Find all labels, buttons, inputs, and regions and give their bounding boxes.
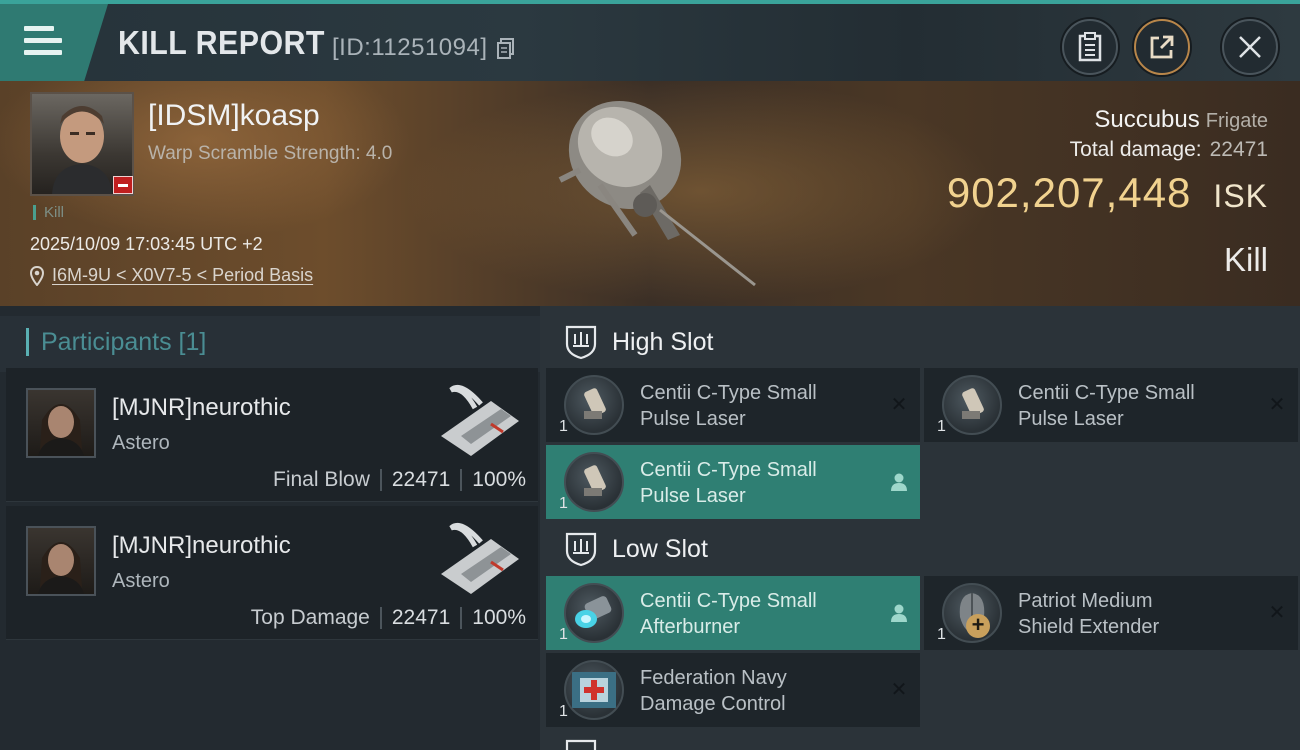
add-icon: + (966, 614, 990, 638)
module-name: Patriot Medium Shield Extender (1018, 590, 1160, 638)
module-quantity: 1 (559, 495, 568, 512)
module-item[interactable]: 1 Centii C-Type Small Pulse Laser ✕ (546, 368, 920, 442)
destroyed-icon: ✕ (1268, 394, 1286, 416)
participant-row[interactable]: [MJNR]neurothic Astero Top Damage 22471 … (6, 506, 538, 640)
participant-stats: Top Damage 22471 100% (251, 606, 526, 630)
module-item[interactable]: 1 Centii C-Type Small Pulse Laser ✕ (924, 368, 1298, 442)
module-quantity: 1 (559, 703, 568, 720)
participant-name: [MJNR]neurothic (112, 394, 291, 421)
ship-class: Frigate (1205, 110, 1268, 132)
share-button[interactable] (1134, 19, 1190, 75)
participants-header: Participants [1] (0, 316, 540, 372)
isk-unit: ISK (1213, 178, 1268, 214)
victim-panel: [IDSM]koasp Warp Scramble Strength: 4.0 … (0, 81, 1300, 306)
victim-name[interactable]: [IDSM]koasp (148, 99, 320, 133)
close-icon (1239, 36, 1261, 58)
fitting-panel: High Slot 1 Centii C-Type Small Pulse Las… (540, 306, 1300, 750)
menu-button[interactable] (0, 4, 108, 81)
isk-amount: 902,207,448 (946, 169, 1192, 216)
participant-damage: 22471 (391, 606, 451, 629)
module-quantity: 1 (937, 418, 946, 435)
participant-damage: 22471 (391, 468, 451, 491)
total-damage: Total damage: 22471 (1070, 138, 1268, 162)
participant-role: Final Blow (273, 468, 370, 491)
participant-ship-image (441, 523, 519, 594)
destroyed-icon: ✕ (890, 394, 908, 416)
total-damage-label: Total damage: (1069, 138, 1202, 161)
pulse-laser-icon (564, 452, 624, 512)
total-damage-value: 22471 (1209, 138, 1268, 161)
participant-name: [MJNR]neurothic (112, 532, 291, 559)
mid-slot-header (546, 724, 1300, 750)
high-slot-header: High Slot (546, 310, 1300, 372)
clipboard-icon (1078, 32, 1102, 62)
module-name: Centii C-Type Small Pulse Laser (640, 459, 817, 507)
clipboard-button[interactable] (1062, 19, 1118, 75)
pulse-laser-icon (564, 375, 624, 435)
low-slot-header: Low Slot (546, 517, 1300, 579)
participant-percent: 100% (472, 606, 526, 629)
participant-ship: Astero (112, 570, 170, 592)
high-slot-title: High Slot (612, 328, 714, 356)
top-bar: KILL REPORT [ID:11251094] (0, 0, 1300, 81)
copy-icon[interactable] (497, 38, 515, 60)
ship-name[interactable]: Succubus (1094, 106, 1199, 133)
participant-percent: 100% (472, 468, 526, 491)
kill-tag: Kill (33, 205, 64, 220)
module-item[interactable]: 1 Federation Navy Damage Control ✕ (546, 653, 920, 727)
location-text: I6M-9U < X0V7-5 < Period Basis (52, 265, 314, 285)
module-name: Centii C-Type Small Pulse Laser (640, 382, 817, 430)
close-button[interactable] (1222, 19, 1278, 75)
location-link[interactable]: I6M-9U < X0V7-5 < Period Basis (30, 265, 313, 286)
destroyed-icon: ✕ (1268, 602, 1286, 624)
low-slot-icon (565, 532, 597, 567)
module-quantity: 1 (559, 626, 568, 643)
mid-slot-icon (565, 739, 597, 750)
page-title: KILL REPORT (118, 24, 325, 61)
module-name: Centii C-Type Small Afterburner (640, 590, 817, 638)
module-name: Federation Navy Damage Control (640, 667, 787, 715)
module-item[interactable]: 1 Centii C-Type Small Pulse Laser (546, 445, 920, 519)
dropped-person-icon (891, 604, 907, 622)
dropped-person-icon (891, 473, 907, 491)
destroyed-icon: ✕ (890, 679, 908, 701)
low-slot-title: Low Slot (612, 535, 708, 563)
participants-title: Participants [1] (26, 328, 206, 356)
ship-info: Succubus Frigate (1094, 106, 1268, 134)
module-item[interactable]: 1 Centii C-Type Small Afterburner (546, 576, 920, 650)
participant-role: Top Damage (250, 606, 370, 629)
participants-panel: Participants [1] [MJNR]neurothic Astero … (0, 306, 540, 750)
module-name: Centii C-Type Small Pulse Laser (1018, 382, 1195, 430)
report-id: [ID:11251094] (332, 34, 488, 61)
participant-ship-image (441, 385, 519, 456)
module-quantity: 1 (937, 626, 946, 643)
participant-stats: Final Blow 22471 100% (273, 468, 526, 492)
participant-ship: Astero (112, 432, 170, 454)
afterburner-icon (564, 583, 624, 643)
participant-row[interactable]: [MJNR]neurothic Astero Final Blow 22471 … (6, 368, 538, 502)
pulse-laser-icon (942, 375, 1002, 435)
victim-ship-image[interactable] (540, 85, 780, 295)
high-slot-icon (565, 325, 597, 360)
result-label: Kill (1223, 241, 1268, 278)
kill-datetime: 2025/10/09 17:03:45 UTC +2 (30, 234, 263, 254)
remove-badge-icon (113, 176, 133, 194)
share-icon (1150, 35, 1174, 59)
module-item[interactable]: + 1 Patriot Medium Shield Extender ✕ (924, 576, 1298, 650)
menu-icon (24, 26, 62, 62)
location-pin-icon (30, 265, 44, 286)
isk-value: 902,207,448 ISK (947, 169, 1268, 217)
participant-avatar (26, 526, 96, 596)
module-quantity: 1 (559, 418, 568, 435)
damage-control-icon (564, 660, 624, 720)
warp-scramble-strength: Warp Scramble Strength: 4.0 (148, 143, 393, 164)
participant-avatar (26, 388, 96, 458)
